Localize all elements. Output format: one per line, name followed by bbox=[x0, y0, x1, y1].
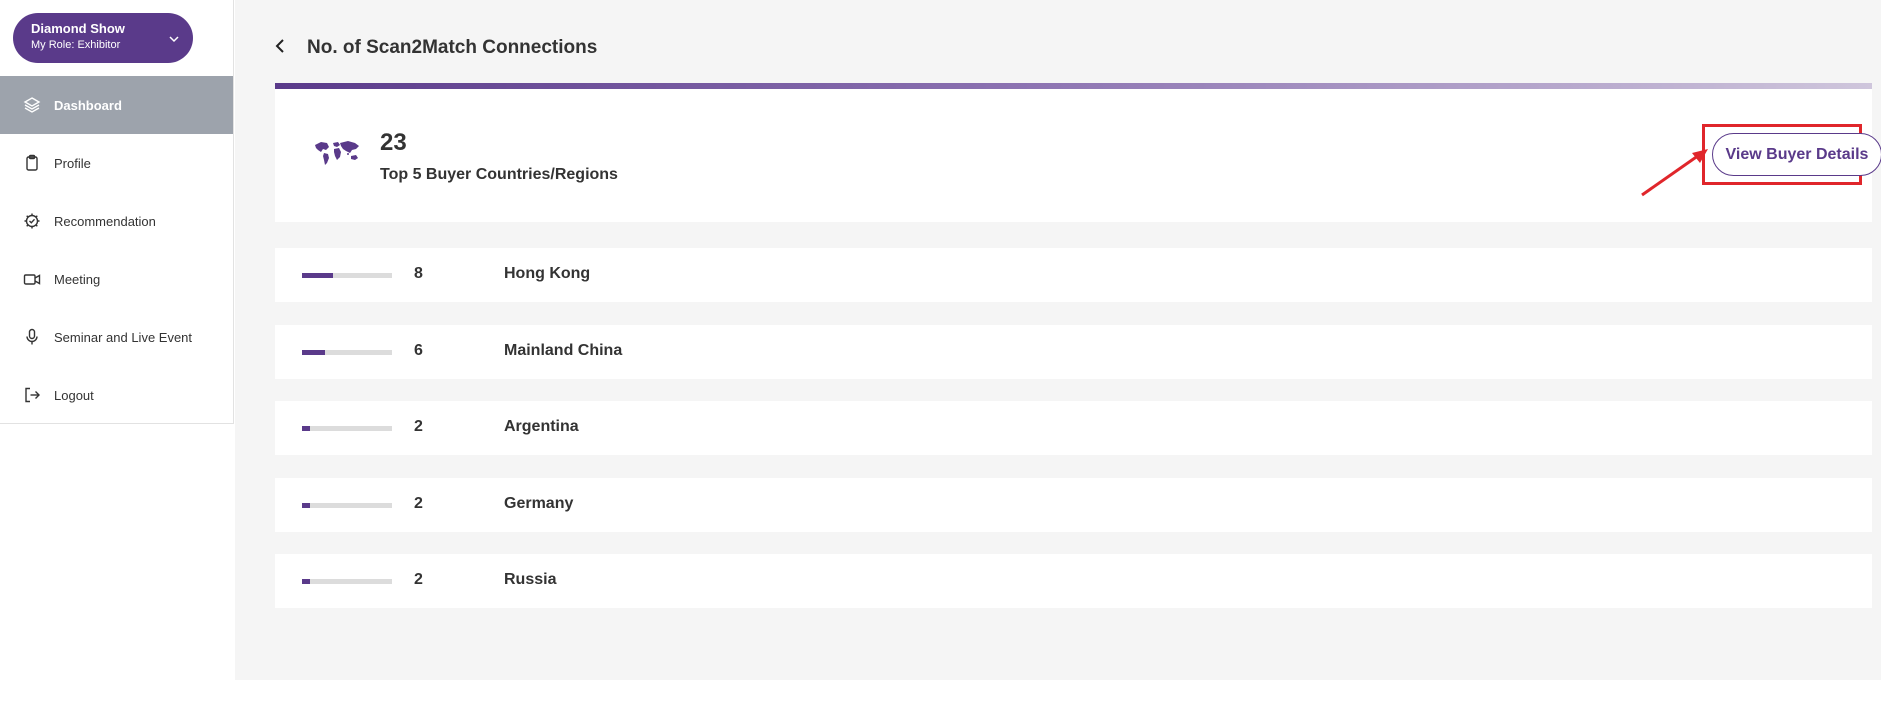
clipboard-icon bbox=[23, 154, 41, 172]
buyer-count: 2 bbox=[414, 495, 423, 512]
sidebar-item-meeting[interactable]: Meeting bbox=[0, 250, 233, 308]
sidebar-item-label: Dashboard bbox=[54, 97, 122, 113]
sidebar-item-label: Meeting bbox=[54, 271, 101, 287]
country-row: 2 Russia bbox=[275, 554, 1872, 608]
progress-fill bbox=[302, 579, 310, 584]
sidebar-item-label: Logout bbox=[54, 387, 94, 403]
badge-check-icon bbox=[23, 212, 41, 230]
sidebar-item-label: Recommendation bbox=[54, 213, 156, 229]
chevron-down-icon bbox=[168, 32, 180, 44]
layers-icon bbox=[23, 96, 41, 114]
sidebar: Diamond Show My Role: Exhibitor Dashboar… bbox=[0, 0, 234, 424]
country-name: Russia bbox=[504, 571, 557, 588]
sidebar-item-label: Profile bbox=[54, 155, 91, 171]
progress-fill bbox=[302, 426, 310, 431]
progress-bar bbox=[302, 426, 392, 431]
progress-fill bbox=[302, 273, 334, 278]
buyer-count: 6 bbox=[414, 342, 423, 359]
summary-card: 23 Top 5 Buyer Countries/Regions View Bu… bbox=[275, 89, 1881, 222]
country-row: 2 Argentina bbox=[275, 401, 1872, 455]
country-name: Germany bbox=[504, 495, 574, 512]
page-title: No. of Scan2Match Connections bbox=[307, 37, 598, 58]
total-connections-count: 23 bbox=[380, 129, 407, 156]
logout-icon bbox=[23, 386, 41, 404]
sidebar-item-logout[interactable]: Logout bbox=[0, 366, 233, 424]
progress-bar bbox=[302, 273, 392, 278]
sidebar-item-dashboard[interactable]: Dashboard bbox=[0, 76, 233, 134]
sidebar-item-label: Seminar and Live Event bbox=[54, 329, 193, 345]
microphone-icon bbox=[23, 328, 41, 346]
sidebar-item-recommendation[interactable]: Recommendation bbox=[0, 192, 233, 250]
country-name: Hong Kong bbox=[504, 265, 591, 282]
annotation-arrow-icon bbox=[1640, 147, 1710, 197]
sidebar-nav: Dashboard Profile Recommendation Meeting… bbox=[0, 76, 233, 424]
video-camera-icon bbox=[23, 270, 41, 288]
summary-label: Top 5 Buyer Countries/Regions bbox=[380, 166, 618, 183]
sidebar-item-seminar[interactable]: Seminar and Live Event bbox=[0, 308, 233, 366]
country-row: 2 Germany bbox=[275, 478, 1872, 532]
back-arrow-icon[interactable] bbox=[273, 36, 289, 56]
world-map-icon bbox=[313, 139, 361, 167]
progress-fill bbox=[302, 350, 326, 355]
buyer-count: 8 bbox=[414, 265, 423, 282]
progress-bar bbox=[302, 579, 392, 584]
country-name: Argentina bbox=[504, 418, 579, 435]
country-row: 8 Hong Kong bbox=[275, 248, 1872, 302]
sidebar-item-profile[interactable]: Profile bbox=[0, 134, 233, 192]
progress-bar bbox=[302, 503, 392, 508]
country-name: Mainland China bbox=[504, 342, 623, 359]
buyer-count: 2 bbox=[414, 571, 423, 588]
progress-fill bbox=[302, 503, 310, 508]
progress-bar bbox=[302, 350, 392, 355]
main-content: No. of Scan2Match Connections 23 Top 5 B… bbox=[235, 0, 1881, 680]
country-row: 6 Mainland China bbox=[275, 325, 1872, 379]
event-selector[interactable]: Diamond Show My Role: Exhibitor bbox=[13, 13, 193, 63]
view-buyer-details-button[interactable]: View Buyer Details bbox=[1712, 133, 1881, 176]
buyer-count: 2 bbox=[414, 418, 423, 435]
